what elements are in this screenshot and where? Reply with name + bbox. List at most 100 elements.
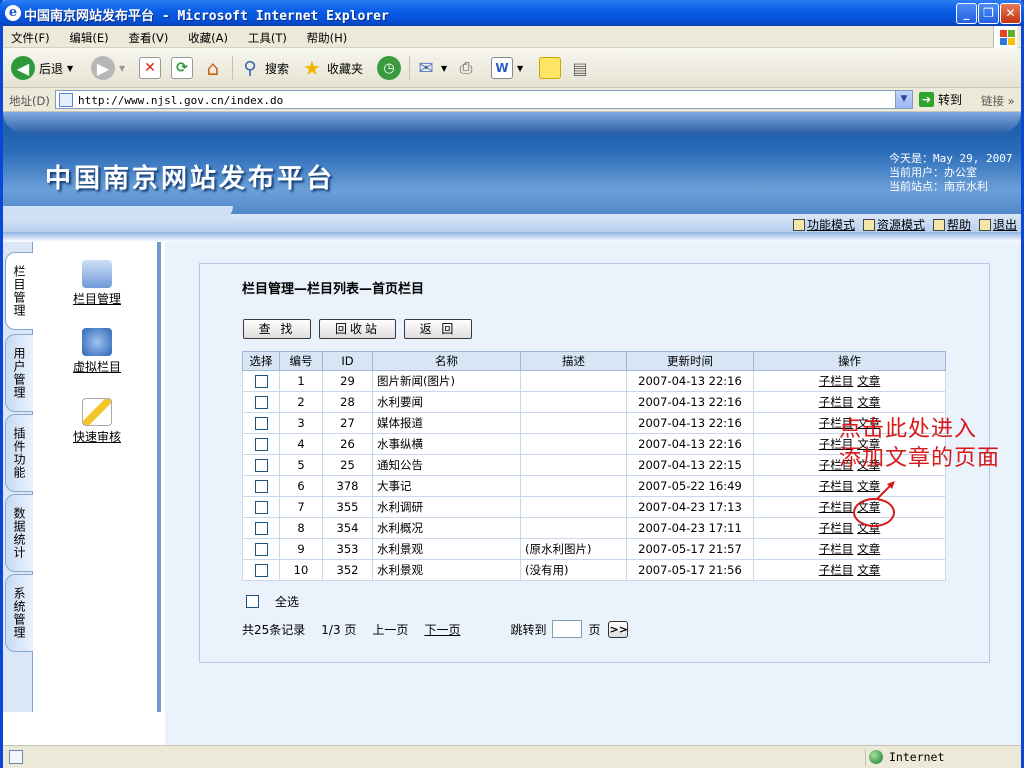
menu-favorites[interactable]: 收藏(A) <box>180 26 236 46</box>
title-bar: e 中国南京网站发布平台 - Microsoft Internet Explor… <box>0 0 1024 26</box>
stop-button[interactable]: ✕ <box>139 54 161 82</box>
go-button[interactable]: ➜ 转到 <box>919 91 962 108</box>
edit-button[interactable]: W ▼ <box>491 54 523 82</box>
minimize-button[interactable]: _ <box>956 3 977 24</box>
subcolumn-link[interactable]: 子栏目 <box>819 479 854 493</box>
side-item-column-management[interactable]: 栏目管理 <box>67 260 127 307</box>
row-description: (没有用) <box>520 559 627 581</box>
subcolumn-link[interactable]: 子栏目 <box>819 542 854 556</box>
tab-column-management[interactable]: 栏目管理 <box>5 252 33 330</box>
row-checkbox[interactable] <box>254 375 268 388</box>
subcolumn-link[interactable]: 子栏目 <box>819 500 854 514</box>
forward-button[interactable]: ▶ ▼ <box>91 54 125 82</box>
table-row: 1 29 图片新闻(图片) 2007-04-13 22:16 子栏目 文章 <box>242 370 946 392</box>
menu-tools[interactable]: 工具(T) <box>240 26 295 46</box>
home-button[interactable]: ⌂ <box>202 54 224 82</box>
article-link[interactable]: 文章 <box>857 395 880 409</box>
row-id: 25 <box>322 454 373 476</box>
refresh-button[interactable]: ⟳ <box>171 54 193 82</box>
row-id: 27 <box>322 412 373 434</box>
mail-button[interactable]: ✉ ▼ <box>415 54 447 82</box>
back-button[interactable]: 返 回 <box>404 319 472 339</box>
house-icon <box>792 218 805 231</box>
article-link[interactable]: 文章 <box>857 542 880 556</box>
side-item-virtual-column[interactable]: 虚拟栏目 <box>67 328 127 375</box>
nav-resource-mode[interactable]: 资源模式 <box>862 216 925 233</box>
row-id: 354 <box>322 517 373 539</box>
subcolumn-link[interactable]: 子栏目 <box>819 374 854 388</box>
nav-strip-curve <box>3 206 233 220</box>
row-id: 378 <box>322 475 373 497</box>
jump-page-input[interactable] <box>552 620 583 638</box>
maximize-button[interactable]: ❐ <box>978 3 999 24</box>
menu-help[interactable]: 帮助(H) <box>299 26 356 46</box>
row-checkbox[interactable] <box>254 564 268 577</box>
side-item-quick-review[interactable]: 快速审核 <box>67 398 127 445</box>
discuss-button[interactable] <box>539 54 561 82</box>
table-row: 2 28 水利要闻 2007-04-13 22:16 子栏目 文章 <box>242 391 946 413</box>
address-dropdown-icon[interactable]: ▼ <box>895 91 912 108</box>
tab-plugin-functions[interactable]: 插件功能 <box>5 414 33 492</box>
address-input[interactable]: http://www.njsl.gov.cn/index.do ▼ <box>55 90 913 109</box>
research-button[interactable]: ▤ <box>569 54 591 82</box>
nav-logout[interactable]: 退出 <box>978 216 1017 233</box>
row-checkbox[interactable] <box>254 543 268 556</box>
prev-page-link[interactable]: 上一页 <box>372 621 408 638</box>
nav-resource-mode-label: 资源模式 <box>876 218 925 232</box>
forward-dropdown-icon[interactable]: ▼ <box>119 64 125 73</box>
row-updated-time: 2007-04-13 22:16 <box>626 370 754 392</box>
row-checkbox[interactable] <box>254 522 268 535</box>
next-page-link[interactable]: 下一页 <box>424 621 460 638</box>
jump-go-button[interactable]: >> <box>608 620 629 638</box>
tab-statistics[interactable]: 数据统计 <box>5 494 33 572</box>
nav-help[interactable]: 帮助 <box>932 216 971 233</box>
menu-edit[interactable]: 编辑(E) <box>61 26 116 46</box>
note-icon <box>539 57 561 79</box>
row-updated-time: 2007-04-13 22:16 <box>626 412 754 434</box>
article-link[interactable]: 文章 <box>857 374 880 388</box>
row-checkbox[interactable] <box>254 480 268 493</box>
edit-dropdown-icon[interactable]: ▼ <box>517 64 523 73</box>
row-checkbox[interactable] <box>254 396 268 409</box>
refresh-icon: ⟳ <box>171 57 193 79</box>
site-banner: 中国南京网站发布平台 今天是：May 29, 2007 当前用户：办公室 当前站… <box>3 112 1021 242</box>
subcolumn-link[interactable]: 子栏目 <box>819 521 854 535</box>
print-button[interactable]: ⎙ <box>455 54 477 82</box>
table-header-row: 选择 编号 ID 名称 描述 更新时间 操作 <box>242 351 946 371</box>
back-button[interactable]: ◀ 后退 ▼ <box>11 54 73 82</box>
search-button[interactable]: 查 找 <box>243 319 311 339</box>
close-button[interactable]: ✕ <box>1000 3 1021 24</box>
row-checkbox[interactable] <box>254 438 268 451</box>
tab-user-management[interactable]: 用户管理 <box>5 334 33 412</box>
row-description: (原水利图片) <box>520 538 627 560</box>
row-number: 5 <box>279 454 323 476</box>
search-button[interactable]: ⚲ 搜索 <box>239 54 289 82</box>
subcolumn-link[interactable]: 子栏目 <box>819 563 854 577</box>
row-select-cell <box>242 454 280 476</box>
table-row: 7 355 水利调研 2007-04-23 17:13 子栏目 文章 <box>242 496 946 518</box>
row-actions: 子栏目 文章 <box>753 370 946 392</box>
back-arrow-icon: ◀ <box>11 56 35 80</box>
column-header: 操作 <box>753 351 946 371</box>
row-select-cell <box>242 496 280 518</box>
recycle-bin-button[interactable]: 回收站 <box>319 319 396 339</box>
subcolumn-link[interactable]: 子栏目 <box>819 395 854 409</box>
history-button[interactable]: ◷ <box>377 54 401 82</box>
help-icon <box>932 218 945 231</box>
links-toolbar[interactable]: 链接 » <box>981 93 1015 109</box>
article-link[interactable]: 文章 <box>857 563 880 577</box>
exit-icon <box>978 218 991 231</box>
back-dropdown-icon[interactable]: ▼ <box>67 64 73 73</box>
row-checkbox[interactable] <box>254 417 268 430</box>
table-row: 8 354 水利概况 2007-04-23 17:11 子栏目 文章 <box>242 517 946 539</box>
row-checkbox[interactable] <box>254 459 268 472</box>
nav-function-mode[interactable]: 功能模式 <box>792 216 855 233</box>
window-title: 中国南京网站发布平台 - Microsoft Internet Explorer <box>24 9 389 24</box>
mail-dropdown-icon[interactable]: ▼ <box>441 64 447 73</box>
tab-system-management[interactable]: 系统管理 <box>5 574 33 652</box>
favorites-button[interactable]: ★ 收藏夹 <box>301 54 363 82</box>
select-all-checkbox[interactable] <box>246 595 259 608</box>
row-checkbox[interactable] <box>254 501 268 514</box>
menu-view[interactable]: 查看(V) <box>121 26 177 46</box>
menu-file[interactable]: 文件(F) <box>3 26 58 46</box>
